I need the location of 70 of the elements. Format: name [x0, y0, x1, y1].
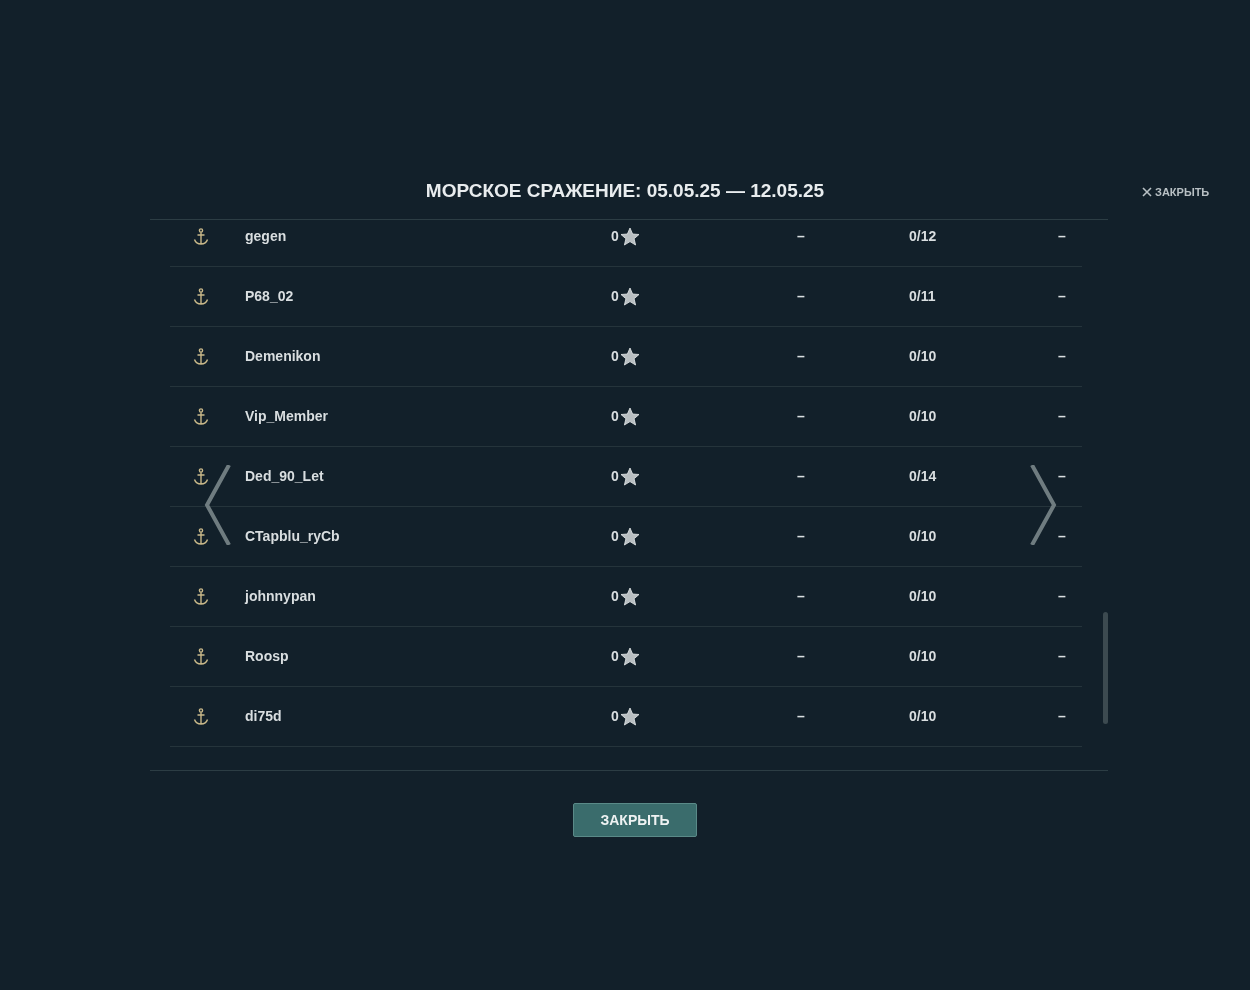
- anchor-icon: [193, 227, 209, 246]
- table-cell-text: –: [1058, 527, 1066, 546]
- table-cell-text: –: [797, 707, 805, 726]
- table-cell-text: –: [797, 527, 805, 546]
- table-cell-text: 0/10: [909, 407, 937, 426]
- star-icon: [619, 706, 640, 727]
- table-cell-text: –: [1058, 347, 1066, 366]
- anchor-icon: [193, 587, 209, 606]
- table-cell-text: –: [1058, 707, 1066, 726]
- table-cell-text: –: [1058, 407, 1066, 426]
- table-cell-text: –: [797, 227, 805, 246]
- table-cell-text: 0/10: [909, 647, 937, 666]
- table-cell-text: –: [1058, 647, 1066, 666]
- close-icon: [1142, 187, 1152, 198]
- table-cell-text: 0/10: [909, 347, 937, 366]
- player-name: johnnypan: [245, 587, 316, 606]
- table-cell-text: –: [797, 287, 805, 306]
- score-value: 0: [611, 647, 619, 666]
- table-cell-text: –: [1058, 467, 1066, 486]
- score-value: 0: [611, 527, 619, 546]
- table-cell-text: 0/10: [909, 527, 937, 546]
- star-icon: [619, 466, 640, 487]
- score-value: 0: [611, 407, 619, 426]
- anchor-icon: [193, 347, 209, 366]
- score-value: 0: [611, 587, 619, 606]
- close-button[interactable]: ЗАКРЫТЬ: [573, 803, 697, 837]
- star-icon: [619, 286, 640, 307]
- star-icon: [619, 226, 640, 247]
- table-cell-text: –: [797, 347, 805, 366]
- player-name: Vip_Member: [245, 407, 328, 426]
- table-cell-text: 0/10: [909, 707, 937, 726]
- anchor-icon: [193, 287, 209, 306]
- star-icon: [619, 406, 640, 427]
- star-icon: [619, 646, 640, 667]
- table-cell-text: –: [1058, 227, 1066, 246]
- dialog-title: МОРСКОЕ СРАЖЕНИЕ: 05.05.25 — 12.05.25: [425, 178, 825, 203]
- player-name: gegen: [245, 227, 287, 246]
- table-cell-text: 0/14: [909, 467, 937, 486]
- table-cell-text: –: [1058, 587, 1066, 606]
- table-cell-text: 0/12: [909, 227, 937, 246]
- score-value: 0: [611, 347, 619, 366]
- star-icon: [619, 526, 640, 547]
- table-cell-text: –: [797, 467, 805, 486]
- table-cell-text: –: [1058, 287, 1066, 306]
- score-value: 0: [611, 467, 619, 486]
- table-cell-text: 0/11: [909, 287, 936, 306]
- player-name: P68_02: [245, 287, 294, 306]
- anchor-icon: [193, 527, 209, 546]
- table-cell-text: –: [797, 587, 805, 606]
- scrollbar[interactable]: [1103, 612, 1108, 724]
- player-name: Demenikon: [245, 347, 321, 366]
- anchor-icon: [193, 407, 209, 426]
- table-cell-text: 0/10: [909, 587, 937, 606]
- star-icon: [619, 586, 640, 607]
- score-value: 0: [611, 287, 619, 306]
- player-name: di75d: [245, 707, 282, 726]
- anchor-icon: [193, 467, 209, 486]
- player-name: Ded_90_Let: [245, 467, 324, 486]
- player-name: CTapblu_ryCb: [245, 527, 340, 546]
- table-cell-text: –: [797, 407, 805, 426]
- anchor-icon: [193, 647, 209, 666]
- anchor-icon: [193, 707, 209, 726]
- score-value: 0: [611, 227, 619, 246]
- table-cell-text: –: [797, 647, 805, 666]
- close-link[interactable]: ЗАКРЫТЬ: [1142, 184, 1210, 201]
- star-icon: [619, 346, 640, 367]
- score-value: 0: [611, 707, 619, 726]
- next-arrow-button[interactable]: [1030, 465, 1058, 545]
- player-name: Roosp: [245, 647, 289, 666]
- previous-arrow-button[interactable]: [203, 465, 231, 545]
